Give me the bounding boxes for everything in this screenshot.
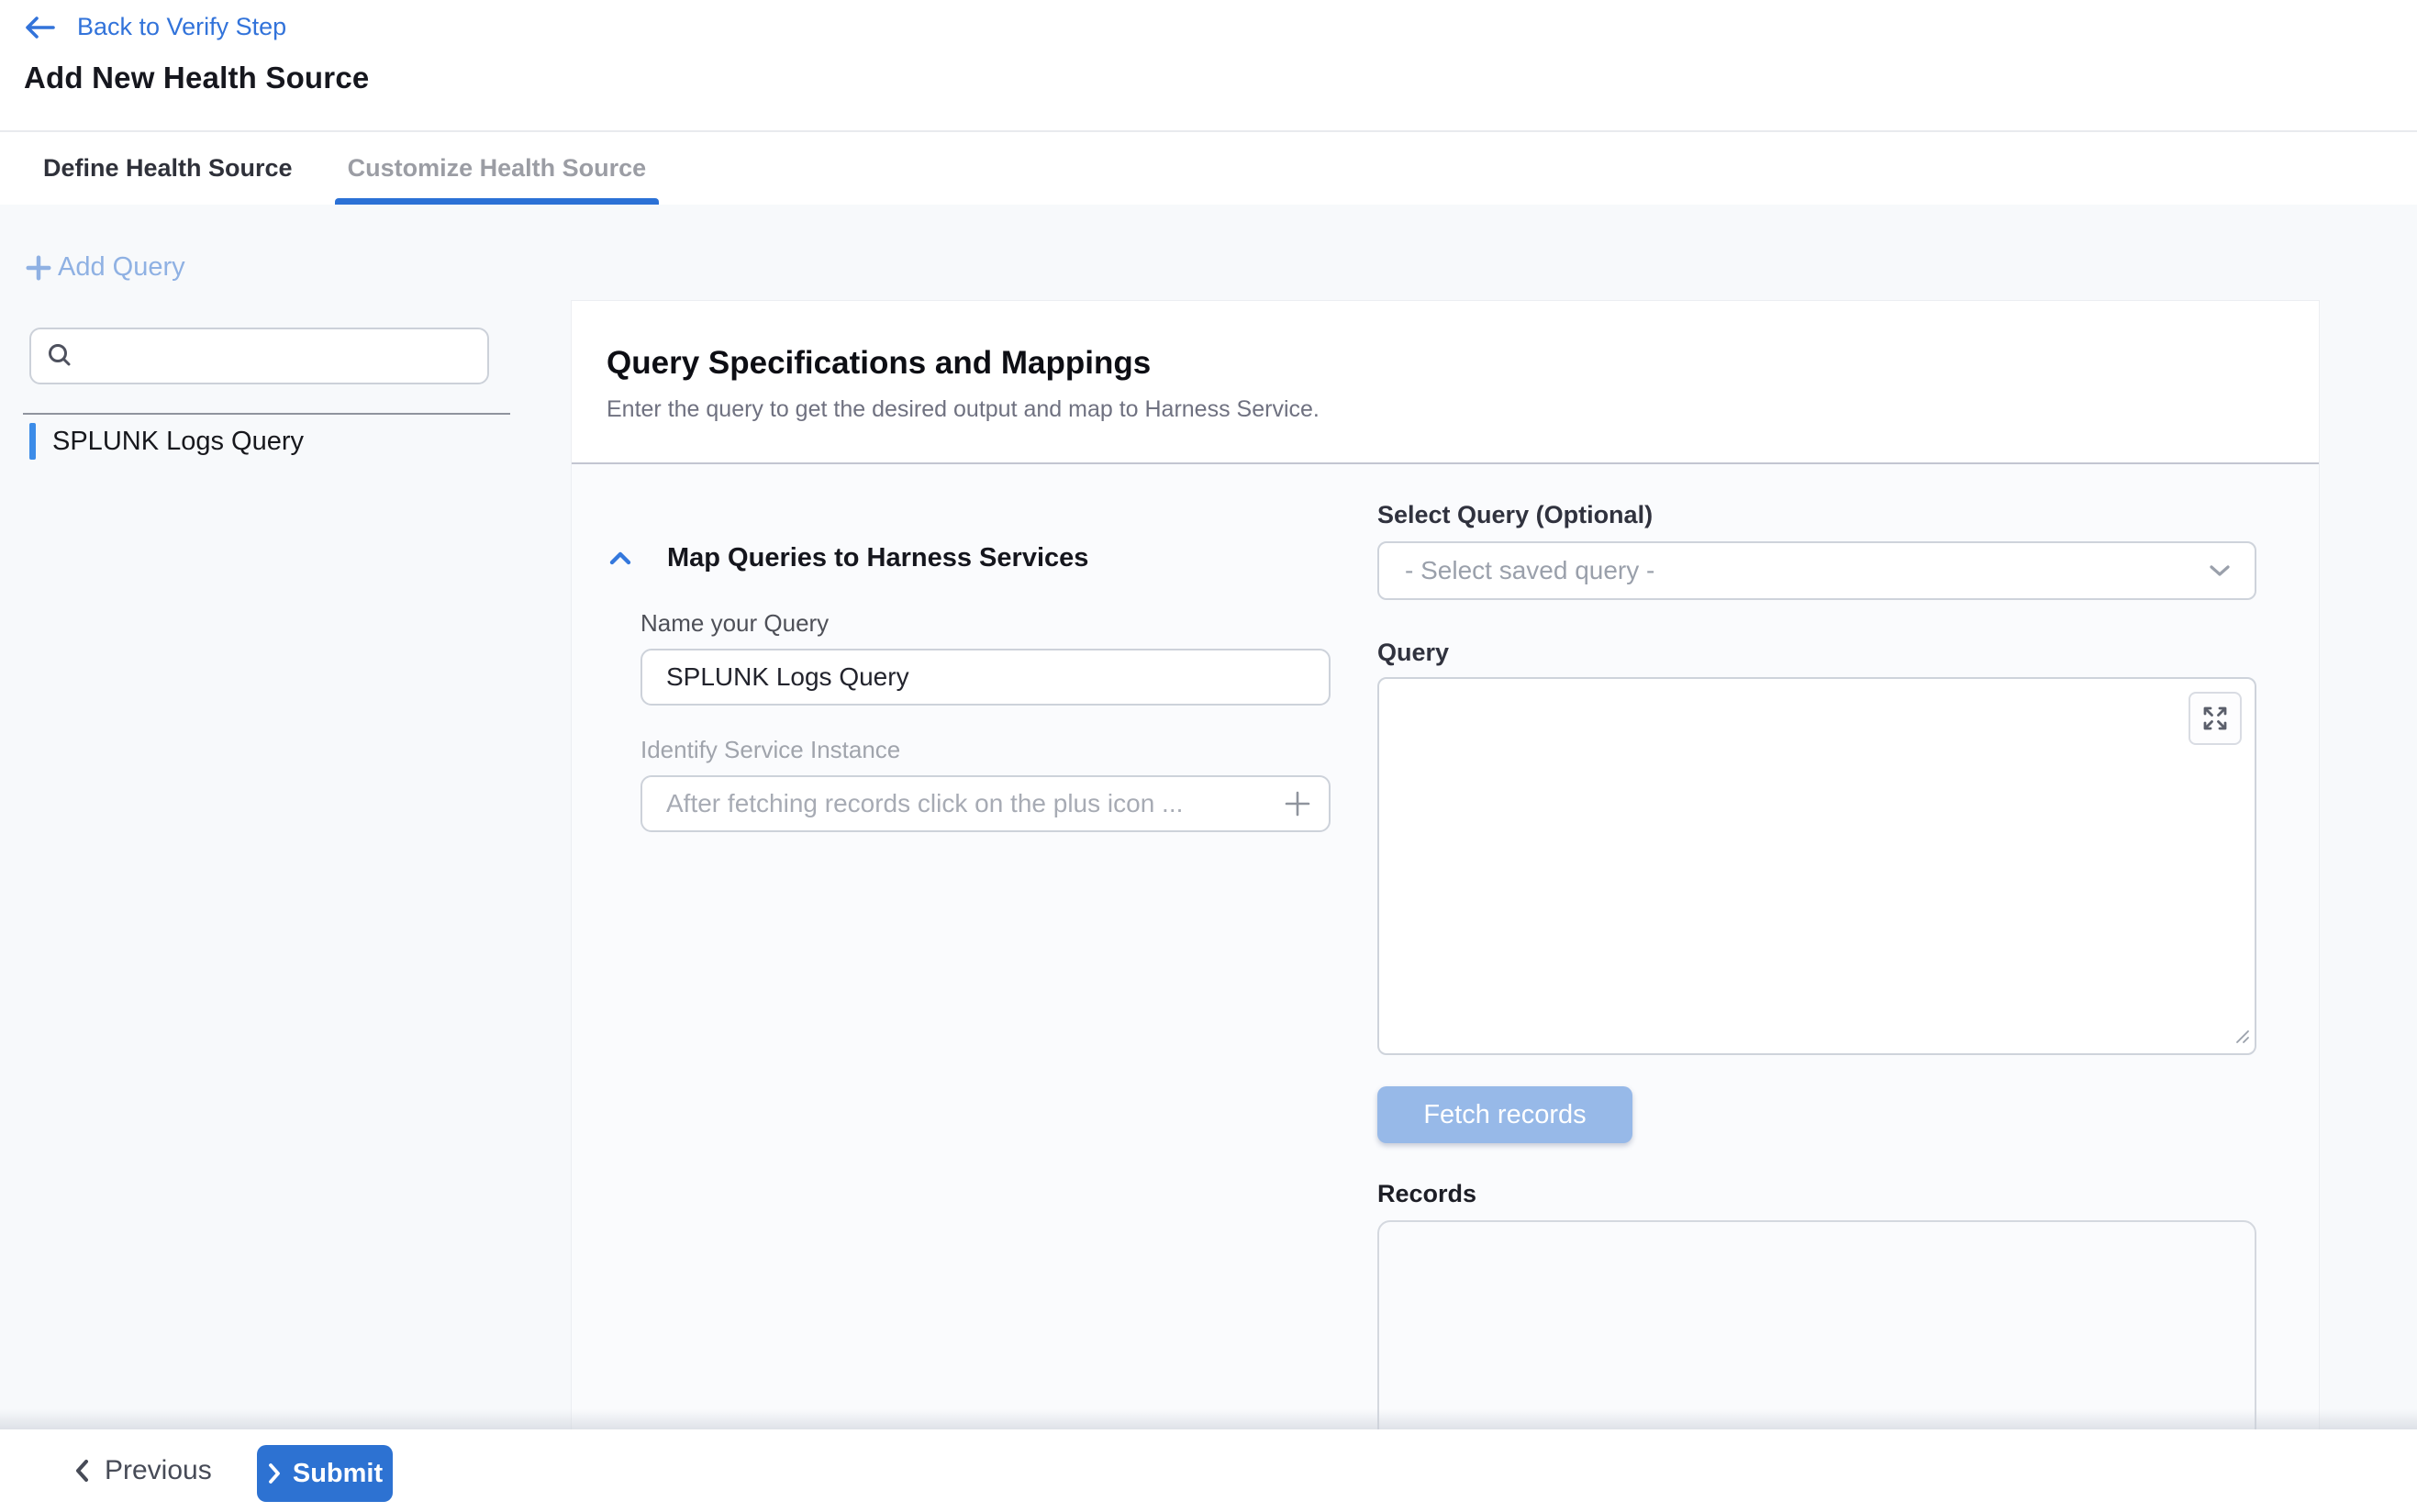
query-specifications-panel: Query Specifications and Mappings Enter … [571, 300, 2320, 1429]
search-input[interactable] [86, 342, 473, 371]
submit-label: Submit [293, 1459, 383, 1489]
content-area: Add Query SPLUNK Logs Query Query Specif… [0, 205, 2417, 1429]
query-list-item-splunk-logs[interactable]: SPLUNK Logs Query [29, 420, 488, 462]
tab-bar: Define Health Source Customize Health So… [0, 130, 2417, 205]
service-instance-plus-button[interactable] [1281, 787, 1314, 820]
query-search-box [29, 328, 489, 384]
plus-icon [1282, 788, 1313, 819]
search-icon [46, 342, 73, 370]
query-name-input[interactable] [640, 649, 1331, 706]
tab-customize-health-source[interactable]: Customize Health Source [335, 132, 660, 205]
textarea-resize-handle[interactable] [2233, 1028, 2250, 1049]
panel-header: Query Specifications and Mappings Enter … [572, 301, 2319, 462]
expand-query-button[interactable] [2189, 692, 2242, 745]
chevron-right-icon [267, 1462, 282, 1485]
map-queries-section-toggle[interactable]: Map Queries to Harness Services [608, 543, 1088, 573]
add-query-label: Add Query [58, 252, 185, 283]
chevron-down-icon [2207, 562, 2233, 579]
map-queries-section-title: Map Queries to Harness Services [667, 543, 1088, 573]
chevron-left-icon [73, 1458, 90, 1484]
select-query-label: Select Query (Optional) [1377, 501, 1653, 529]
previous-button[interactable]: Previous [73, 1455, 212, 1486]
page-title: Add New Health Source [24, 61, 369, 95]
query-item-label: SPLUNK Logs Query [52, 427, 304, 457]
records-label: Records [1377, 1180, 1476, 1208]
select-query-placeholder: - Select saved query - [1405, 556, 2207, 585]
records-box [1377, 1220, 2256, 1429]
back-to-verify-link[interactable]: Back to Verify Step [24, 13, 286, 41]
selected-item-bar [29, 423, 36, 460]
arrow-left-icon [24, 15, 57, 40]
sidebar-divider [23, 413, 510, 415]
service-instance-input[interactable] [640, 775, 1331, 832]
fetch-records-button[interactable]: Fetch records [1377, 1086, 1632, 1143]
plus-icon [25, 254, 52, 282]
previous-label: Previous [105, 1455, 212, 1486]
name-your-query-label: Name your Query [640, 609, 829, 638]
panel-title: Query Specifications and Mappings [607, 345, 1151, 382]
submit-button[interactable]: Submit [257, 1445, 393, 1502]
panel-body: Map Queries to Harness Services Name you… [572, 464, 2319, 1429]
service-instance-field [640, 775, 1331, 832]
footer-bar: Previous Submit [0, 1429, 2417, 1512]
tab-define-health-source[interactable]: Define Health Source [30, 132, 306, 205]
identify-service-instance-label: Identify Service Instance [640, 736, 900, 764]
query-label: Query [1377, 639, 1449, 667]
select-saved-query-dropdown[interactable]: - Select saved query - [1377, 541, 2256, 600]
add-query-button[interactable]: Add Query [25, 252, 185, 283]
page-header: Back to Verify Step Add New Health Sourc… [0, 0, 2417, 130]
chevron-up-icon [608, 550, 632, 567]
panel-subtitle: Enter the query to get the desired outpu… [607, 396, 1320, 423]
back-link-label: Back to Verify Step [77, 13, 286, 41]
query-textarea-container[interactable] [1377, 677, 2256, 1055]
expand-icon [2200, 704, 2230, 733]
